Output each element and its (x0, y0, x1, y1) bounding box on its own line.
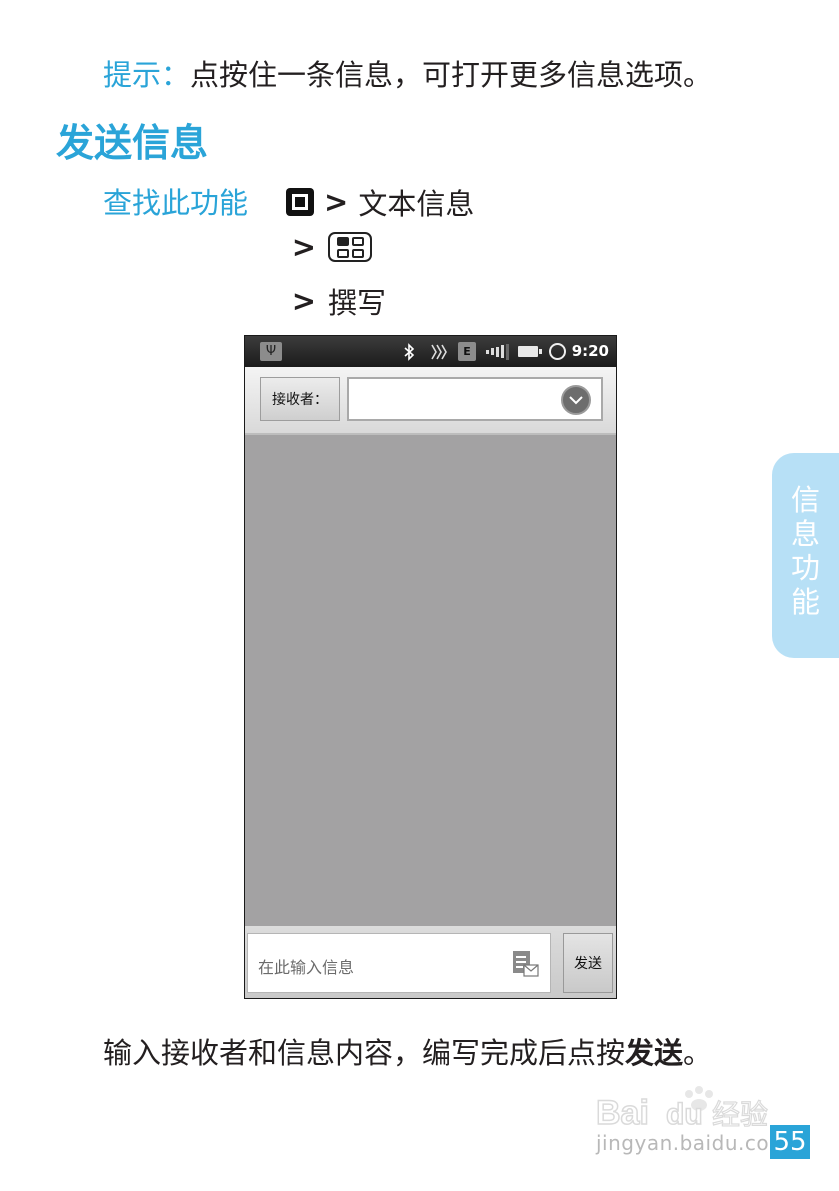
svg-text:Bai: Bai (596, 1094, 649, 1130)
watermark-url: jingyan.baidu.com (596, 1131, 790, 1155)
instruction-text: 输入接收者和信息内容，编写完成后点按发送。 (103, 1030, 712, 1072)
compose-bar: 在此输入信息 发送 (245, 926, 616, 998)
baidu-watermark-logo: Bai du 经验 (596, 1086, 769, 1130)
path-separator: > (291, 230, 316, 264)
path-step-3: > 撰写 (286, 280, 386, 322)
path-separator: > (291, 284, 316, 318)
compose-placeholder: 在此输入信息 (258, 958, 355, 977)
edge-network-icon: E (458, 342, 476, 361)
chevron-down-icon[interactable] (561, 385, 591, 415)
instruction-text-end: 。 (683, 1036, 713, 1070)
recipient-bar: 接收者： (245, 367, 616, 435)
path-step-text-messages: 文本信息 (358, 187, 475, 221)
alarm-icon (547, 342, 567, 361)
status-clock: 9:20 (571, 342, 609, 360)
status-bar: Ψ E 9:20 (245, 336, 616, 367)
path-step-1: > 文本信息 (286, 181, 474, 223)
tip-label: 提示： (103, 58, 191, 92)
page-number: 55 (770, 1125, 810, 1159)
path-step-compose: 撰写 (328, 286, 387, 320)
usb-icon: Ψ (260, 342, 282, 361)
phone-screenshot: Ψ E 9:20 接收者： 在此输入信息 发送 (244, 335, 617, 999)
battery-icon (515, 342, 542, 361)
instruction-emphasis: 发送 (625, 1036, 684, 1070)
tip-line: 提示：点按住一条信息，可打开更多信息选项。 (103, 52, 712, 94)
path-step-2: > (286, 230, 372, 264)
chapter-side-tab-label: 信息功能 (790, 483, 820, 619)
instruction-text-main: 输入接收者和信息内容，编写完成后点按 (103, 1036, 626, 1070)
path-separator: > (324, 185, 349, 219)
compose-input[interactable]: 在此输入信息 (247, 933, 551, 993)
find-feature-label: 查找此功能 (103, 186, 249, 220)
recipient-label[interactable]: 接收者： (260, 377, 340, 421)
message-area (245, 435, 616, 926)
svg-text:du: du (666, 1098, 703, 1130)
svg-text:经验: 经验 (712, 1098, 768, 1130)
nfc-icon (428, 342, 448, 361)
chapter-side-tab: 信息功能 (772, 453, 839, 658)
template-icon[interactable] (510, 949, 540, 979)
menu-key-icon (328, 232, 372, 262)
signal-icon (485, 342, 509, 361)
section-heading: 发送信息 (56, 120, 209, 165)
home-key-icon (286, 188, 314, 216)
tip-text: 点按住一条信息，可打开更多信息选项。 (190, 58, 713, 92)
recipient-input[interactable] (347, 377, 603, 421)
bluetooth-icon (400, 342, 418, 361)
send-button[interactable]: 发送 (563, 933, 613, 993)
